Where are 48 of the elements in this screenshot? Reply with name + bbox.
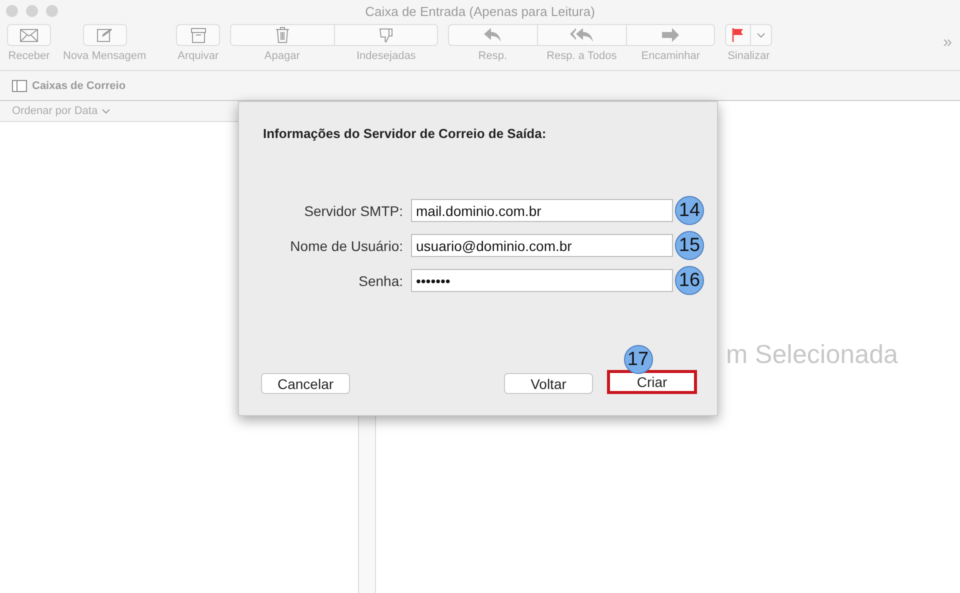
field-label: Servidor SMTP:	[303, 202, 403, 218]
toolbar-label: Resp. a Todos	[546, 50, 617, 62]
forward-arrow-icon	[662, 28, 680, 42]
input-field[interactable]: mail.dominio.com.br	[411, 199, 673, 222]
dialog-title: Informações do Servidor de Correio de Saída:	[263, 126, 548, 141]
toolbar-button[interactable]	[82, 24, 127, 46]
envelope-icon	[20, 28, 38, 42]
toolbar-label: Apagar	[264, 50, 300, 62]
close-button[interactable]	[6, 5, 18, 17]
password-field[interactable]: •••••••	[411, 269, 673, 292]
trash-icon	[276, 27, 290, 43]
compose-icon	[96, 28, 113, 42]
step-badge: 17	[624, 345, 652, 374]
zoom-button[interactable]	[46, 5, 58, 17]
toolbar-button[interactable]	[176, 24, 220, 46]
chevron-down-icon	[757, 32, 766, 38]
archive-icon	[190, 28, 206, 42]
chevron-down-icon	[102, 108, 110, 114]
step-badge: 14	[675, 196, 704, 225]
toolbar-button[interactable]	[230, 24, 334, 46]
toolbar-button[interactable]	[537, 24, 626, 46]
toolbar-button[interactable]	[448, 24, 538, 46]
field-label: Senha:	[358, 272, 403, 288]
toolbar-label: Receber	[8, 50, 50, 62]
toolbar-label: Resp.	[478, 50, 508, 62]
step-badge: 16	[675, 266, 704, 295]
dialog-button[interactable]: Cancelar	[261, 373, 350, 394]
step-badge: 15	[675, 231, 704, 260]
thumbs-down-icon	[379, 28, 394, 42]
sidebar-icon	[12, 80, 27, 92]
minimize-button[interactable]	[26, 5, 38, 17]
toolbar-label: Encaminhar	[641, 50, 700, 62]
toolbar-label: Arquivar	[178, 50, 219, 62]
toolbar-button[interactable]	[626, 24, 716, 46]
dialog-button[interactable]: Voltar	[504, 373, 593, 394]
reply-icon	[484, 28, 502, 42]
input-field[interactable]: usuario@dominio.com.br	[411, 234, 673, 257]
field-label: Nome de Usuário:	[289, 238, 403, 254]
toolbar-label: Sinalizar	[728, 50, 770, 62]
reply-all-icon	[570, 28, 594, 42]
toolbar-label: Nova Mensagem	[63, 50, 146, 62]
flag-button[interactable]	[725, 24, 772, 46]
toolbar-button[interactable]	[334, 24, 438, 46]
dialog-button[interactable]: Criar	[607, 370, 697, 394]
window-title: Caixa de Entrada (Apenas para Leitura)	[365, 4, 595, 18]
toolbar-label: Indesejadas	[356, 50, 416, 62]
flag-icon	[732, 28, 744, 42]
toolbar-button[interactable]	[7, 24, 51, 46]
